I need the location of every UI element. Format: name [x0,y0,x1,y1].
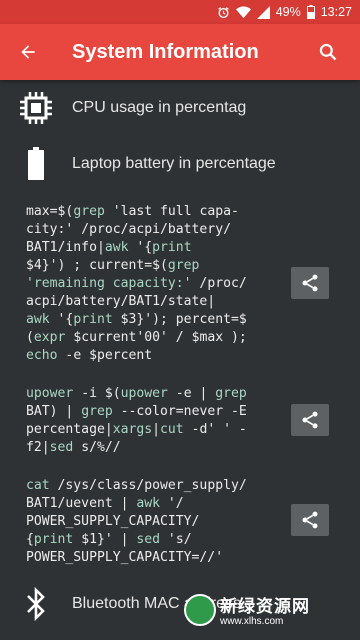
signal-icon [256,5,270,19]
app-bar: System Information [0,24,360,80]
back-button[interactable] [0,24,56,80]
code-line: awk '{print $3}'); percent=$ [26,312,247,327]
code-line: $4}') ; current=$(grep [26,258,200,273]
code-line: upower -i $(upower -e | grep [26,386,247,401]
search-icon [319,43,337,61]
code-snippet: upower -i $(upower -e | grep BAT) | grep … [26,385,276,457]
battery-percent: 49% [275,5,301,19]
share-button[interactable] [291,267,329,299]
code-line: percentage|xargs|cut -d' ' - [26,422,247,437]
watermark: 新绿资源网 www.xlhs.com [180,588,358,638]
watermark-logo-icon [184,594,216,626]
code-line: city:' /proc/acpi/battery/ [26,222,231,237]
code-line: 'remaining capacity:' /proc/ [26,276,247,291]
code-line: f2|sed s/%// [26,440,121,455]
code-line: POWER_SUPPLY_CAPACITY=//' [26,550,224,565]
code-line: {print $1}' | sed 's/ [26,532,192,547]
code-line: max=$(grep 'last full capa- [26,204,239,219]
code-snippet: cat /sys/class/power_supply/BAT1/uevent … [26,477,276,567]
list-item-cpu[interactable]: CPU usage in percentag [0,80,360,136]
code-line: BAT) | grep --color=never -E [26,404,247,419]
code-line: cat /sys/class/power_supply/ [26,478,247,493]
wifi-icon [235,6,251,19]
code-line: acpi/battery/BAT1/state| [26,294,216,309]
watermark-title: 新绿资源网 [220,597,310,616]
battery-icon [306,5,315,19]
alarm-icon [217,6,230,19]
share-icon [302,411,318,429]
bluetooth-icon [27,587,45,621]
code-line: echo -e $percent [26,348,153,363]
arrow-back-icon [21,45,35,59]
code-line: (expr $current'00' / $max ); [26,330,247,345]
cpu-chip-icon [20,92,52,124]
code-snippet: max=$(grep 'last full capa-city:' /proc/… [26,203,276,365]
list-item-battery[interactable]: Laptop battery in percentage [0,136,360,192]
share-icon [302,511,318,529]
row-label: Laptop battery in percentage [72,155,276,172]
code-line: POWER_SUPPLY_CAPACITY/ [26,514,200,529]
clock: 13:27 [320,5,352,19]
battery-icon [28,147,44,180]
code-line: BAT1/info|awk '{print [26,240,192,255]
search-button[interactable] [304,28,352,76]
watermark-url: www.xlhs.com [220,616,284,627]
row-label: CPU usage in percentag [72,99,247,116]
page-title: System Information [72,40,259,63]
share-button[interactable] [291,504,329,536]
status-bar: 49% 13:27 [0,0,360,24]
share-icon [302,274,318,292]
code-line: BAT1/uevent | awk '/ [26,496,184,511]
share-button[interactable] [291,404,329,436]
